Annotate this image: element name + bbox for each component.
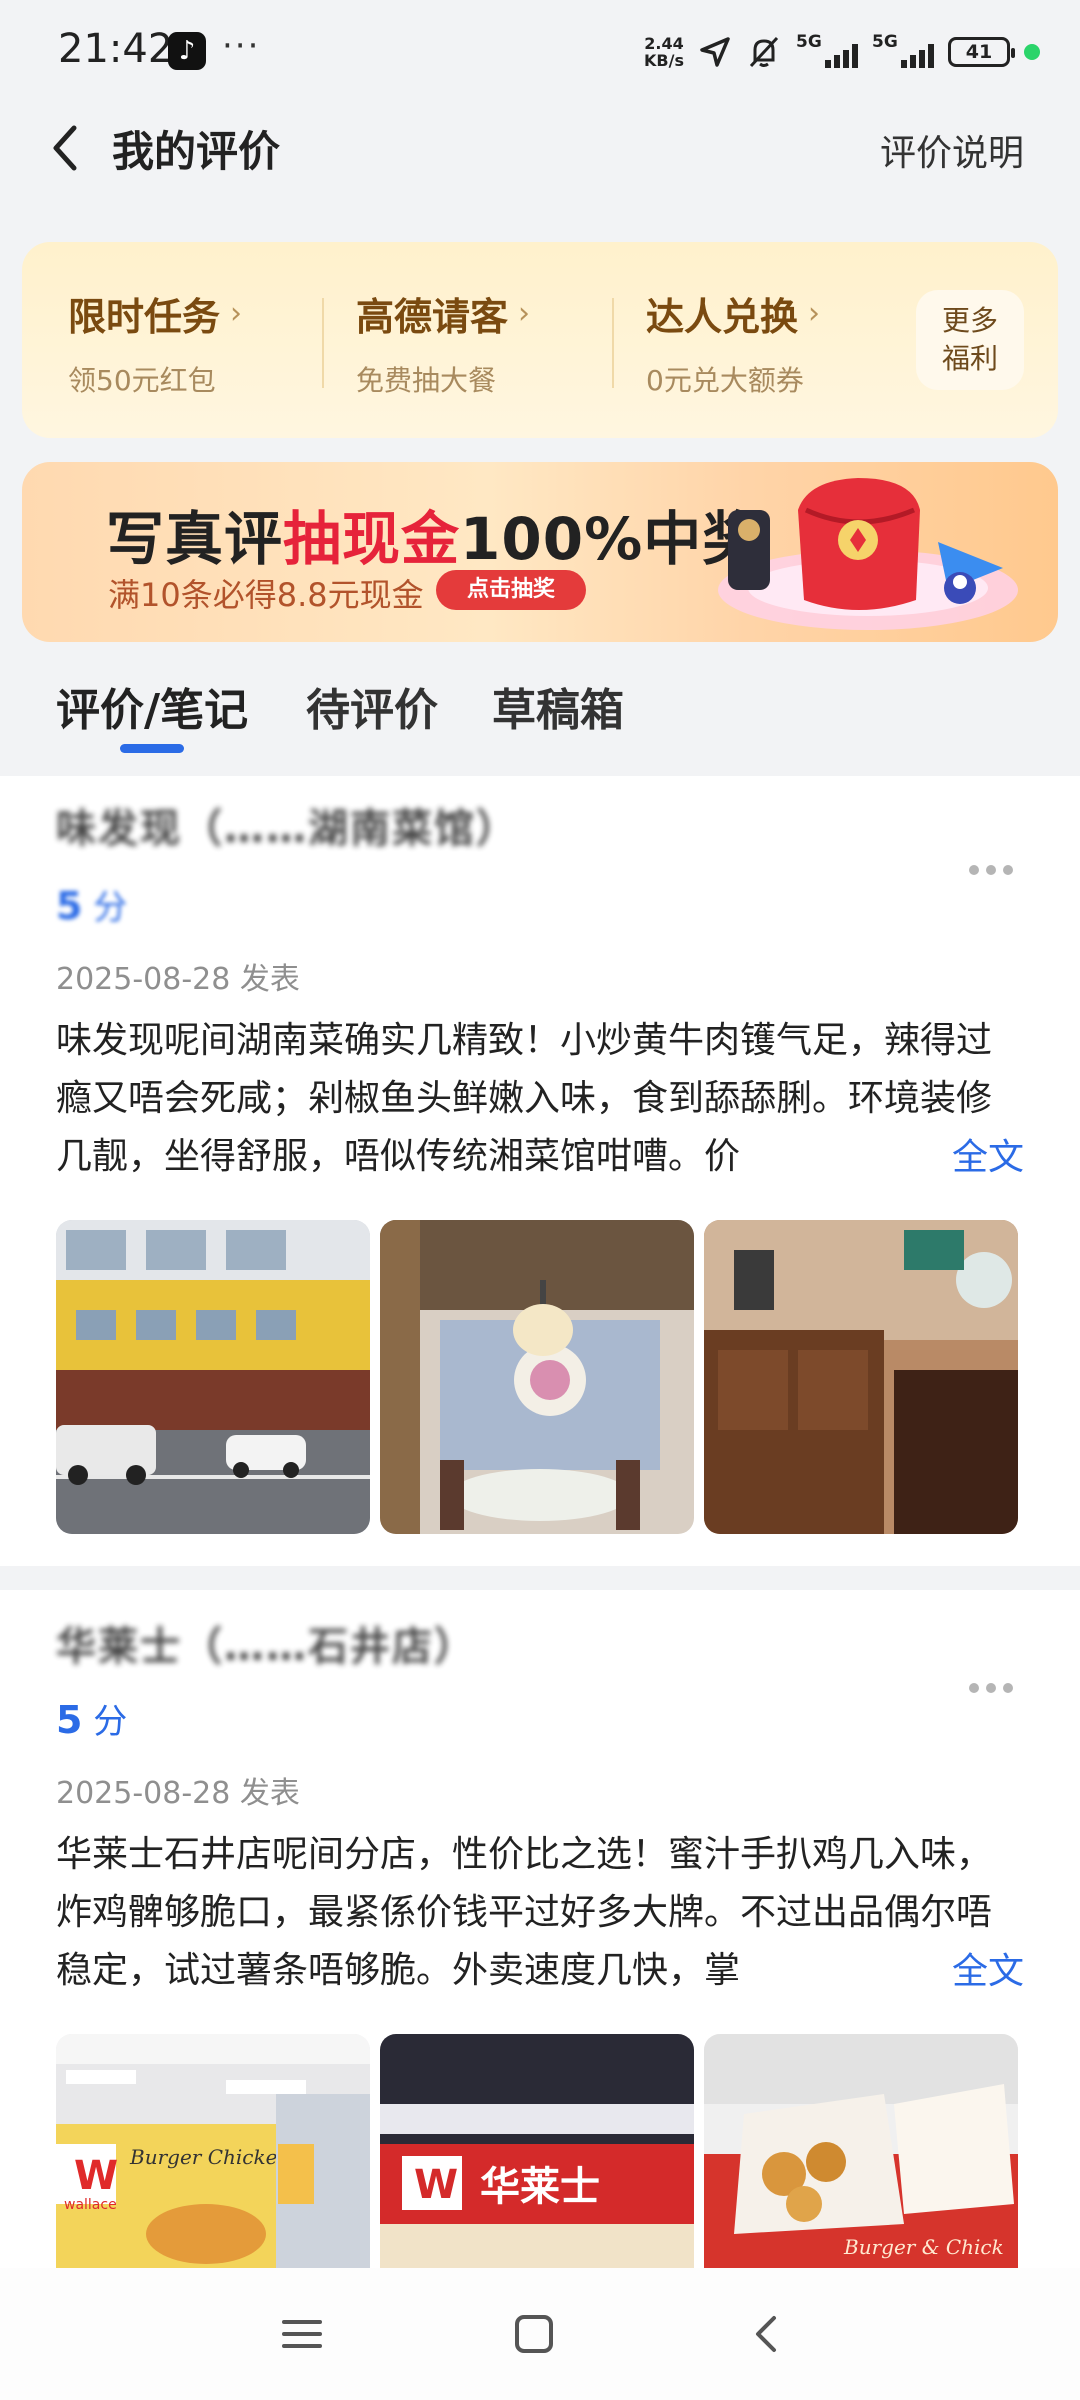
signal-sim2-icon: 5G	[872, 32, 934, 72]
tab-reviews-notes[interactable]: 评价/笔记	[56, 674, 248, 738]
review-score: 5 分	[56, 1694, 127, 1743]
chevron-right-icon: ›	[518, 296, 531, 331]
review-text: 华莱士石井店呢间分店，性价比之选！蜜汁手扒鸡几入味，炸鸡髀够脆口，最紧係价钱平过…	[56, 1834, 993, 1991]
network-speed-unit: KB/s	[644, 51, 684, 70]
task-amap-treat[interactable]: 高德请客 › 免费抽大餐	[356, 286, 530, 399]
review-score-unit: 分	[93, 1702, 128, 1742]
store-sign: 华莱士	[480, 2164, 600, 2210]
banner-headline-highlight: 抽现金	[283, 505, 461, 573]
tab-indicator	[120, 744, 184, 753]
network-speed: 2.44 KB/s	[644, 35, 684, 69]
promo-banner[interactable]: 写真评抽现金100%中奖 满10条必得8.8元现金 点击抽奖	[22, 462, 1058, 642]
task-subtitle: 0元兑大额券	[646, 364, 804, 397]
status-time: 21:42	[58, 26, 174, 72]
battery-icon: 41	[948, 37, 1015, 67]
task-title: 高德请客	[356, 295, 509, 339]
more-welfare-line1: 更多	[941, 304, 998, 337]
more-options-icon[interactable]	[966, 860, 1016, 880]
task-title: 达人兑换	[646, 295, 799, 339]
banner-headline-part1: 写真评	[106, 505, 284, 573]
review-date: 2025-08-28 发表	[56, 962, 300, 997]
wallace-logo: W	[74, 2153, 118, 2199]
full-text-link[interactable]: 全文	[921, 1942, 1024, 1994]
lottery-button[interactable]: 点击抽奖	[436, 570, 586, 610]
tiktok-icon: ♪	[168, 32, 206, 70]
task-card: 限时任务 › 领50元红包 高德请客 › 免费抽大餐 达人兑换 › 0元兑大额券 更多…	[22, 242, 1058, 438]
more-notifications-icon: ···	[222, 26, 261, 66]
sim1-label: 5G	[796, 32, 822, 52]
review-tabs: 评价/笔记 待评价 草稿箱	[0, 660, 1080, 770]
review-photo[interactable]	[704, 1220, 1018, 1534]
shop-name[interactable]: 华莱士（……石井店）	[56, 1614, 476, 1672]
bell-muted-icon	[749, 36, 779, 68]
system-navigation-bar	[0, 2268, 1080, 2400]
review-photo[interactable]: Burger & Chick	[704, 2034, 1018, 2268]
review-photo[interactable]	[380, 1220, 694, 1534]
review-score-value: 5	[56, 1698, 83, 1742]
wallace-en: wallace	[64, 2197, 117, 2213]
banner-subtitle: 满10条必得8.8元现金	[108, 576, 424, 614]
red-envelope-gift-icon	[718, 478, 1018, 630]
review-score-value: 5	[56, 884, 83, 928]
review-text: 味发现呢间湖南菜确实几精致！小炒黄牛肉镬气足，辣得过瘾又唔会死咸；剁椒鱼头鲜嫩入…	[56, 1020, 993, 1177]
status-icons: 2.44 KB/s 5G 5G 41	[644, 28, 1040, 76]
review-card[interactable]: 味发现（……湖南菜馆） 5 分 2025-08-28 发表 味发现呢间湖南菜确实…	[0, 776, 1080, 1566]
task-subtitle: 领50元红包	[68, 364, 216, 397]
chevron-right-icon: ›	[808, 296, 821, 331]
task-title: 限时任务	[68, 295, 221, 339]
full-text-link[interactable]: 全文	[921, 1128, 1024, 1180]
review-photo[interactable]	[56, 1220, 370, 1534]
store-logo: W	[414, 2162, 458, 2208]
home-icon[interactable]	[512, 2312, 556, 2356]
bag-text: Burger & Chick	[843, 2235, 1004, 2259]
chevron-right-icon: ›	[230, 296, 243, 331]
review-score: 5 分	[56, 880, 127, 929]
shop-name[interactable]: 味发现（……湖南菜馆）	[56, 796, 518, 854]
review-photo[interactable]: W wallace Burger Chicken	[56, 2034, 370, 2268]
divider	[612, 298, 614, 388]
back-arrow-icon[interactable]	[44, 120, 94, 176]
banner-headline: 写真评抽现金100%中奖	[106, 492, 761, 576]
menu-icon[interactable]	[280, 2312, 324, 2356]
navigation-bar: 我的评价 评价说明	[0, 100, 1080, 196]
divider	[322, 298, 324, 388]
task-expert-exchange[interactable]: 达人兑换 › 0元兑大额券	[646, 286, 820, 399]
more-welfare-button[interactable]: 更多 福利	[916, 290, 1024, 390]
status-bar: 21:42 ♪ ··· 2.44 KB/s 5G 5G 41	[0, 0, 1080, 100]
back-icon[interactable]	[746, 2312, 790, 2356]
review-score-unit: 分	[93, 888, 128, 928]
location-arrow-icon	[700, 37, 730, 67]
review-date: 2025-08-28 发表	[56, 1776, 300, 1811]
sim2-label: 5G	[872, 32, 898, 52]
tab-pending-review[interactable]: 待评价	[306, 674, 438, 738]
review-explanation-link[interactable]: 评价说明	[880, 124, 1024, 176]
task-subtitle: 免费抽大餐	[356, 364, 497, 397]
burger-chicken-text: Burger Chicken	[129, 2145, 290, 2169]
more-welfare-line2: 福利	[941, 342, 998, 375]
review-card[interactable]: 华莱士（……石井店） 5 分 2025-08-28 发表 华莱士石井店呢间分店，…	[0, 1590, 1080, 2268]
task-limited-time[interactable]: 限时任务 › 领50元红包	[68, 286, 242, 399]
review-photo[interactable]: W 华莱士	[380, 2034, 694, 2268]
privacy-indicator-icon	[1024, 44, 1040, 60]
more-options-icon[interactable]	[966, 1678, 1016, 1698]
network-speed-value: 2.44	[644, 34, 684, 53]
tab-drafts[interactable]: 草稿箱	[492, 674, 624, 738]
signal-sim1-icon: 5G	[796, 32, 858, 72]
page-title: 我的评价	[112, 127, 281, 176]
